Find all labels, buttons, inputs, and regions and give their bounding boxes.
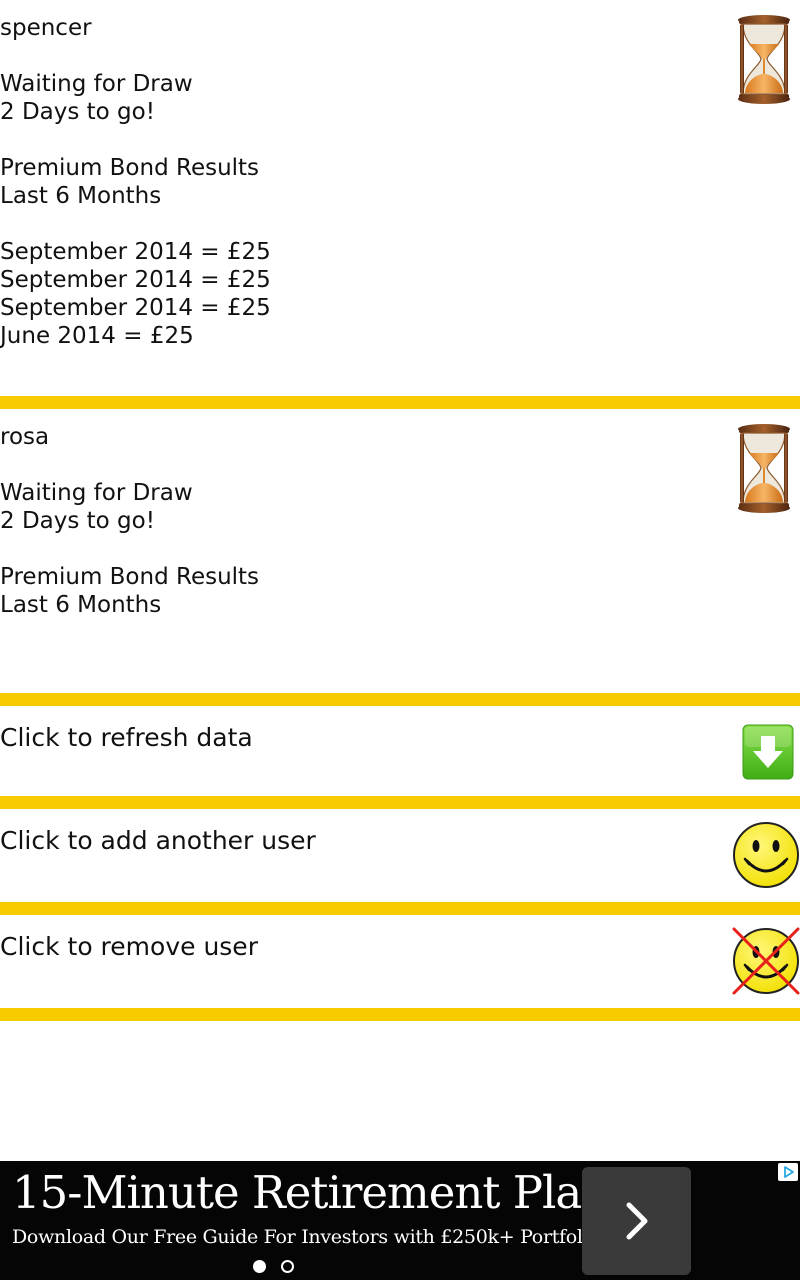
results-period: Last 6 Months: [0, 592, 162, 618]
remove-user-label: Click to remove user: [0, 932, 258, 961]
ad-open-button[interactable]: [582, 1167, 691, 1275]
divider: [0, 902, 800, 915]
divider: [0, 1008, 800, 1021]
divider: [0, 796, 800, 809]
result-item: September 2014 = £25: [0, 295, 271, 321]
result-item: September 2014 = £25: [0, 239, 271, 265]
user-card-spencer[interactable]: spencer Waiting for Draw 2 Days to go! P…: [0, 0, 800, 396]
result-item: June 2014 = £25: [0, 323, 194, 349]
user-name: spencer: [0, 15, 92, 41]
pager-dot-active[interactable]: [253, 1260, 266, 1273]
hourglass-icon: [736, 423, 792, 513]
draw-countdown: 2 Days to go!: [0, 99, 155, 125]
user-card-rosa[interactable]: rosa Waiting for Draw 2 Days to go! Prem…: [0, 409, 800, 693]
draw-countdown: 2 Days to go!: [0, 508, 155, 534]
user-details: spencer Waiting for Draw 2 Days to go! P…: [0, 14, 271, 350]
chevron-right-icon: [626, 1202, 648, 1240]
user-name: rosa: [0, 424, 50, 450]
ad-choices-icon[interactable]: [778, 1163, 798, 1181]
remove-user-button[interactable]: Click to remove user: [0, 915, 800, 1008]
draw-status: Waiting for Draw: [0, 480, 193, 506]
add-user-button[interactable]: Click to add another user: [0, 809, 800, 902]
results-period: Last 6 Months: [0, 183, 162, 209]
download-arrow-icon: [742, 724, 794, 780]
draw-status: Waiting for Draw: [0, 71, 193, 97]
hourglass-icon: [736, 14, 792, 104]
user-details: rosa Waiting for Draw 2 Days to go! Prem…: [0, 423, 259, 619]
pager-dot[interactable]: [281, 1260, 294, 1273]
add-user-label: Click to add another user: [0, 826, 316, 855]
refresh-data-button[interactable]: Click to refresh data: [0, 706, 800, 796]
smiley-icon: [732, 821, 800, 889]
crossed-smiley-icon: [732, 927, 800, 995]
ad-title[interactable]: 15-Minute Retirement Plan: [12, 1165, 610, 1221]
result-item: September 2014 = £25: [0, 267, 271, 293]
ad-banner[interactable]: 15-Minute Retirement Plan Download Our F…: [0, 1161, 800, 1280]
results-title: Premium Bond Results: [0, 564, 260, 590]
refresh-data-label: Click to refresh data: [0, 723, 253, 752]
results-title: Premium Bond Results: [0, 155, 260, 181]
ad-pager: [253, 1260, 297, 1274]
ad-subtitle[interactable]: Download Our Free Guide For Investors wi…: [12, 1224, 609, 1250]
divider: [0, 396, 800, 409]
divider: [0, 693, 800, 706]
